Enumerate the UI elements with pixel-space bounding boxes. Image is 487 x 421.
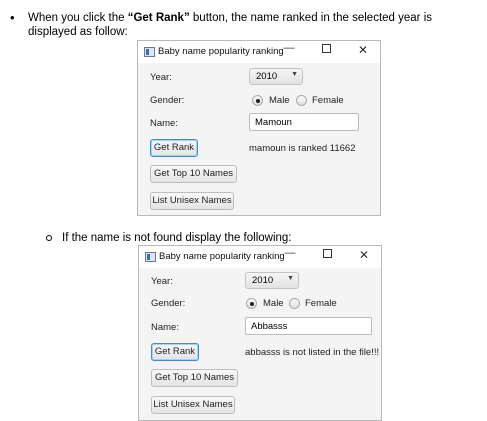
intro-paragraph: When you click the “Get Rank” button, th… <box>28 11 483 39</box>
close-icon[interactable]: ✕ <box>356 43 370 57</box>
name-input[interactable]: Abbasss <box>245 317 372 335</box>
year-combobox[interactable]: 2010 ▼ <box>245 272 299 289</box>
sub-bullet-circle <box>46 235 52 241</box>
male-radio[interactable] <box>246 298 257 309</box>
ranking-window-found: Baby name popularity ranking — ✕ Year: 2… <box>137 40 381 216</box>
intro-text-before: When you click the <box>28 12 128 24</box>
app-window-icon <box>144 47 155 57</box>
title-bar[interactable]: Baby name popularity ranking — ✕ <box>139 246 381 268</box>
app-window-icon <box>145 252 156 262</box>
maximize-icon[interactable] <box>319 44 333 56</box>
window-title: Baby name popularity ranking <box>159 251 285 262</box>
not-found-paragraph: If the name is not found display the fol… <box>62 232 292 244</box>
result-message: abbasss is not listed in the file!!! <box>245 347 380 358</box>
name-label: Name: <box>151 322 179 333</box>
result-message: mamoun is ranked 11662 <box>249 143 356 154</box>
year-label: Year: <box>150 72 172 83</box>
female-radio-label: Female <box>312 95 344 106</box>
minimize-icon[interactable]: — <box>282 42 296 54</box>
get-top-10-button[interactable]: Get Top 10 Names <box>150 165 237 183</box>
name-label: Name: <box>150 118 178 129</box>
female-radio-label: Female <box>305 298 337 309</box>
list-unisex-button[interactable]: List Unisex Names <box>151 396 235 414</box>
gender-label: Gender: <box>150 95 185 106</box>
year-combobox[interactable]: 2010 ▼ <box>249 68 303 85</box>
female-radio[interactable] <box>289 298 300 309</box>
chevron-down-icon: ▼ <box>287 275 294 282</box>
get-top-10-button[interactable]: Get Top 10 Names <box>151 369 238 387</box>
male-radio-label: Male <box>269 95 290 106</box>
close-icon[interactable]: ✕ <box>357 248 371 262</box>
year-label: Year: <box>151 276 173 287</box>
gender-label: Gender: <box>151 298 186 309</box>
minimize-icon[interactable]: — <box>283 247 297 259</box>
list-unisex-button[interactable]: List Unisex Names <box>150 192 234 210</box>
window-title: Baby name popularity ranking <box>158 46 284 57</box>
male-radio[interactable] <box>252 95 263 106</box>
get-rank-button[interactable]: Get Rank <box>151 343 199 361</box>
name-input-value: Abbasss <box>251 321 288 332</box>
maximize-icon[interactable] <box>320 249 334 261</box>
bullet-dot: • <box>10 10 15 25</box>
ranking-window-not-found: Baby name popularity ranking — ✕ Year: 2… <box>138 245 382 421</box>
intro-bold-button-name: “Get Rank” <box>127 12 190 24</box>
male-radio-label: Male <box>263 298 284 309</box>
year-value: 2010 <box>256 71 278 82</box>
get-rank-button[interactable]: Get Rank <box>150 139 198 157</box>
year-value: 2010 <box>252 275 274 286</box>
chevron-down-icon: ▼ <box>291 71 298 78</box>
name-input[interactable]: Mamoun <box>249 113 359 131</box>
female-radio[interactable] <box>296 95 307 106</box>
title-bar[interactable]: Baby name popularity ranking — ✕ <box>138 41 380 63</box>
name-input-value: Mamoun <box>255 117 292 128</box>
